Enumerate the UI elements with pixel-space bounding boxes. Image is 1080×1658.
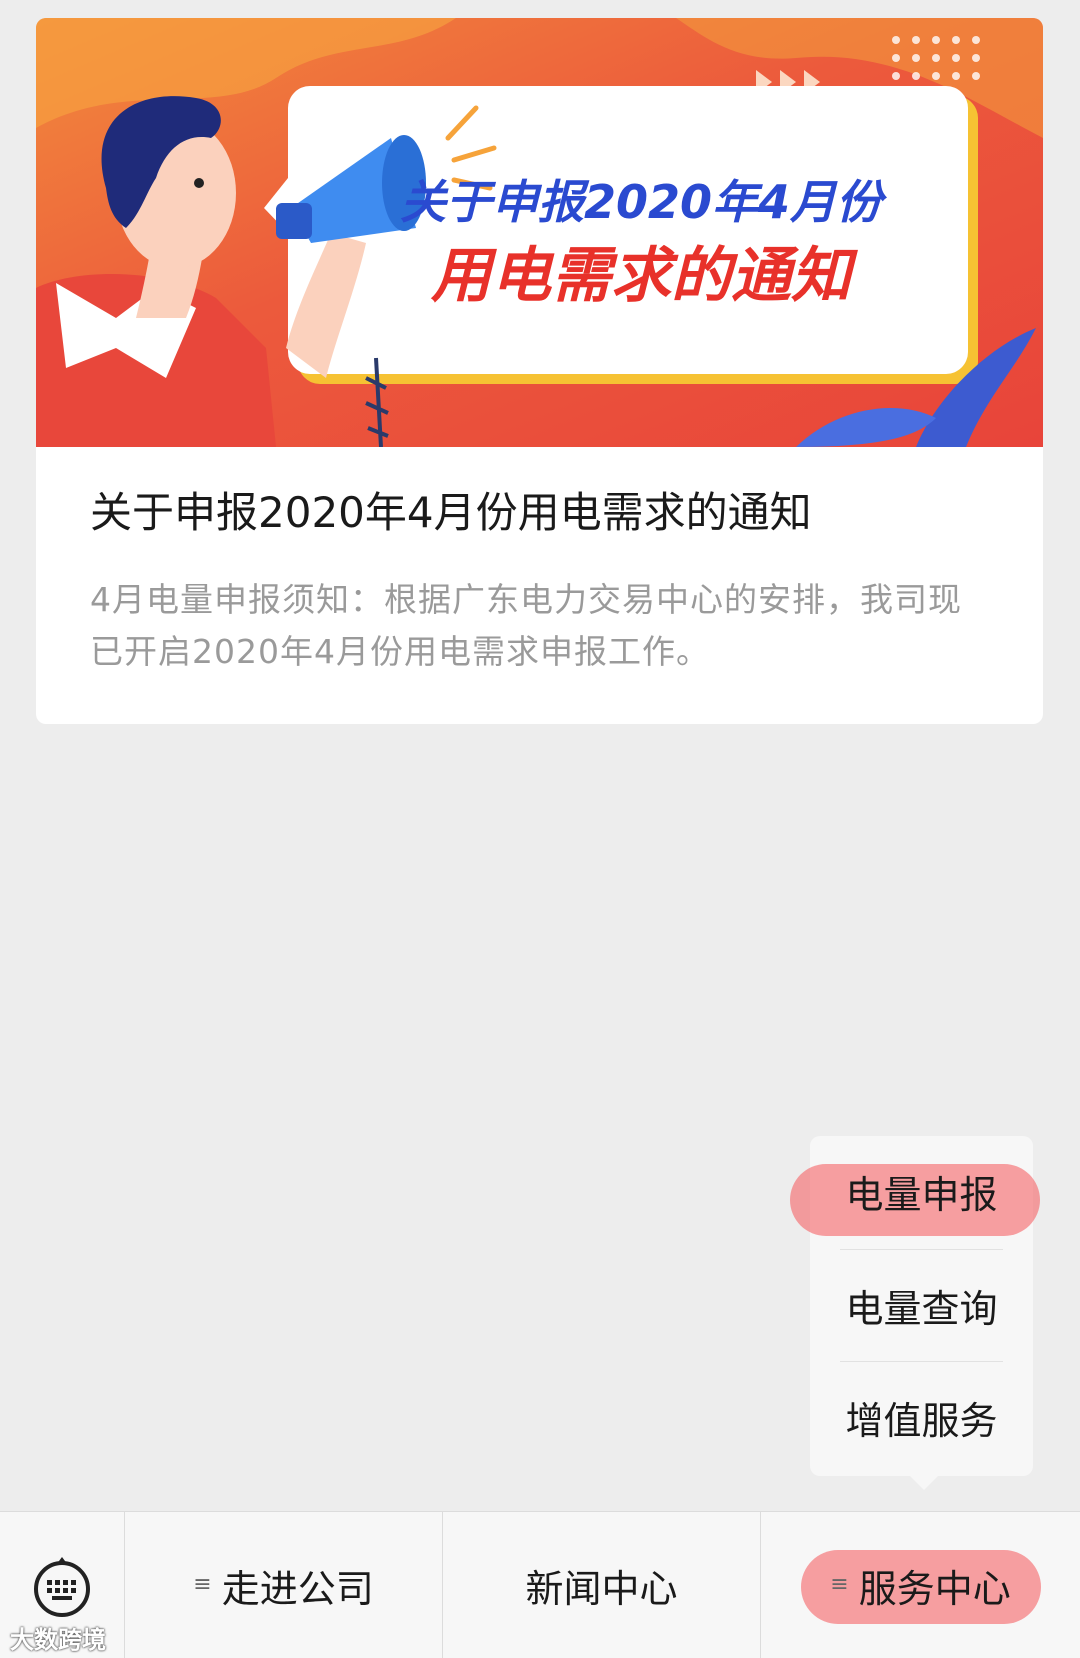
tab-news-center[interactable]: 新闻中心 [443, 1512, 761, 1658]
tab-label: 走进公司 [221, 1566, 374, 1611]
menu-lines-icon: ≡ [193, 1572, 212, 1597]
article-description: 4月电量申报须知：根据广东电力交易中心的安排，我司现已开启2020年4月份用电需… [90, 580, 962, 671]
tab-label: 服务中心 [858, 1566, 1011, 1611]
submenu-item-power-query[interactable]: 电量查询 [840, 1249, 1003, 1360]
banner-line2: 用电需求的通知 [430, 241, 858, 311]
article-title[interactable]: 关于申报2020年4月份用电需求的通知 [90, 488, 1003, 538]
tab-service-center[interactable]: ≡ 服务中心 [761, 1512, 1080, 1658]
article-card[interactable]: 关于申报2020年4月份 用电需求的通知 关于申报2020年4月份用电需求的通知… [36, 18, 1043, 724]
keyboard-icon [34, 1557, 90, 1617]
tab-about-company[interactable]: ≡ 走进公司 [125, 1512, 443, 1658]
service-submenu: 电量申报 电量查询 增值服务 [790, 1136, 1040, 1490]
article-banner[interactable]: 关于申报2020年4月份 用电需求的通知 [36, 18, 1043, 447]
tab-label: 新闻中心 [525, 1566, 678, 1611]
banner-line1: 关于申报2020年4月份 [400, 175, 888, 229]
banner-illustration: 关于申报2020年4月份 用电需求的通知 [36, 18, 1043, 447]
watermark-text: 大数跨境 [10, 1626, 106, 1654]
submenu-item-power-declaration[interactable]: 电量申报 [840, 1136, 1003, 1246]
submenu-item-value-added-services[interactable]: 增值服务 [840, 1361, 1003, 1472]
bottom-menu-bar: ≡ 走进公司 新闻中心 ≡ 服务中心 [0, 1511, 1080, 1658]
menu-lines-icon: ≡ [830, 1572, 849, 1597]
